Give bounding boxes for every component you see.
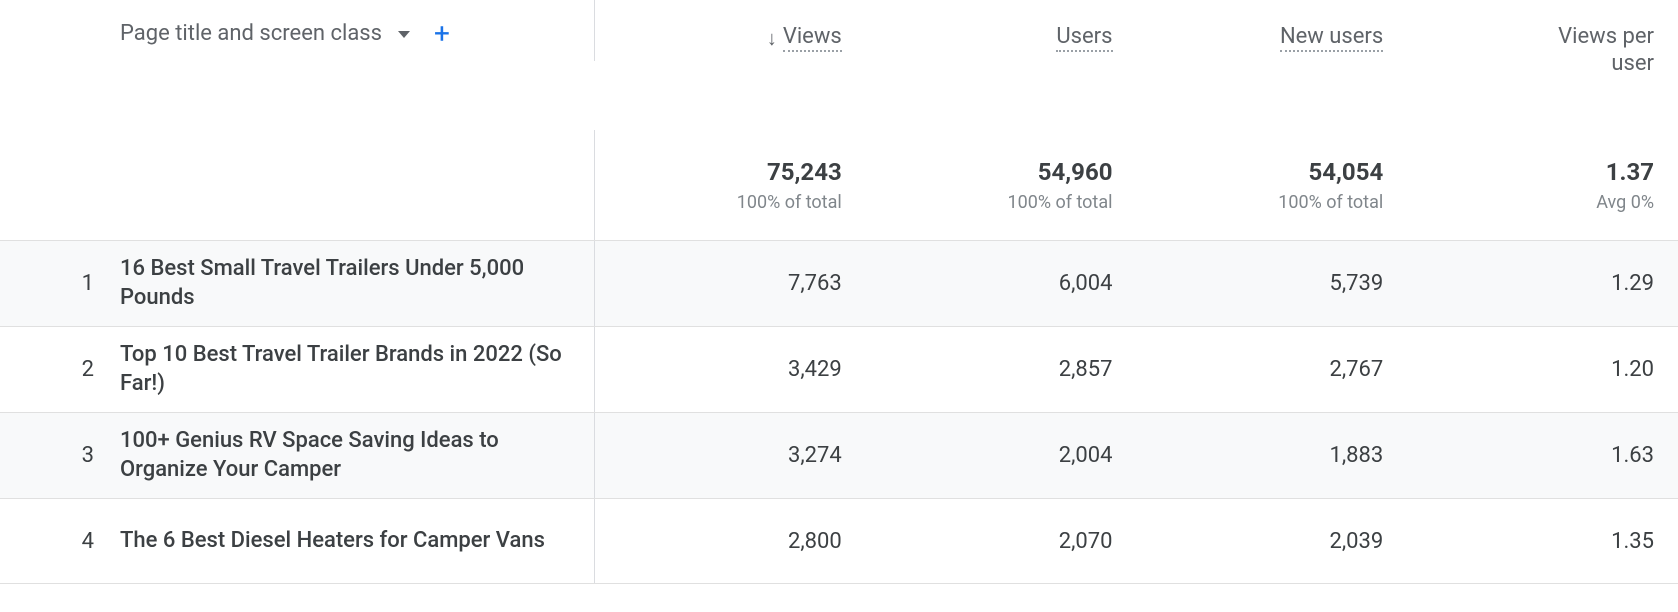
- summary-new-users: 54,054 100% of total: [1137, 130, 1408, 240]
- col-header-views-per-user[interactable]: Views per user: [1407, 0, 1678, 88]
- table-row[interactable]: 2 Top 10 Best Travel Trailer Brands in 2…: [0, 326, 1678, 412]
- col-header-users[interactable]: Users: [866, 0, 1137, 64]
- row-views: 3,429: [595, 327, 866, 412]
- col-header-views[interactable]: ↓ Views: [595, 0, 866, 64]
- views-label: Views: [783, 24, 842, 52]
- row-views: 3,274: [595, 413, 866, 498]
- row-title[interactable]: Top 10 Best Travel Trailer Brands in 202…: [110, 327, 595, 412]
- new-users-label: New users: [1280, 24, 1383, 52]
- summary-new-users-sub: 100% of total: [1278, 192, 1383, 213]
- row-new-users: 5,739: [1137, 241, 1408, 326]
- row-new-users: 2,767: [1137, 327, 1408, 412]
- sort-down-arrow-icon: ↓: [767, 26, 777, 51]
- row-users: 6,004: [866, 241, 1137, 326]
- row-title[interactable]: The 6 Best Diesel Heaters for Camper Van…: [110, 499, 595, 583]
- table-row[interactable]: 1 16 Best Small Travel Trailers Under 5,…: [0, 240, 1678, 326]
- table-header-row: Page title and screen class + ↓ Views Us…: [0, 0, 1678, 130]
- col-header-new-users[interactable]: New users: [1137, 0, 1408, 64]
- row-vpu: 1.29: [1407, 241, 1678, 326]
- summary-views-value: 75,243: [767, 158, 842, 186]
- dimension-label: Page title and screen class: [120, 20, 382, 49]
- row-vpu: 1.20: [1407, 327, 1678, 412]
- row-views: 2,800: [595, 499, 866, 583]
- row-title[interactable]: 16 Best Small Travel Trailers Under 5,00…: [110, 241, 595, 326]
- row-index: 2: [0, 327, 110, 412]
- chevron-down-icon: [398, 31, 410, 38]
- summary-title-spacer: [110, 130, 595, 240]
- summary-users-sub: 100% of total: [1007, 192, 1112, 213]
- table-row[interactable]: 3 100+ Genius RV Space Saving Ideas to O…: [0, 412, 1678, 498]
- dimension-selector[interactable]: Page title and screen class +: [120, 20, 450, 49]
- row-index: 4: [0, 499, 110, 583]
- row-users: 2,070: [866, 499, 1137, 583]
- summary-users: 54,960 100% of total: [866, 130, 1137, 240]
- row-new-users: 2,039: [1137, 499, 1408, 583]
- summary-new-users-value: 54,054: [1308, 158, 1383, 186]
- table-summary-row: 75,243 100% of total 54,960 100% of tota…: [0, 130, 1678, 240]
- summary-vpu-sub: Avg 0%: [1596, 192, 1654, 213]
- row-users: 2,004: [866, 413, 1137, 498]
- dimension-header: Page title and screen class +: [110, 0, 595, 61]
- row-title[interactable]: 100+ Genius RV Space Saving Ideas to Org…: [110, 413, 595, 498]
- views-per-user-label-line1: Views per: [1558, 24, 1654, 49]
- analytics-table: Page title and screen class + ↓ Views Us…: [0, 0, 1678, 584]
- row-vpu: 1.63: [1407, 413, 1678, 498]
- summary-vpu-value: 1.37: [1606, 158, 1654, 186]
- row-views: 7,763: [595, 241, 866, 326]
- summary-users-value: 54,960: [1038, 158, 1113, 186]
- add-dimension-button[interactable]: +: [434, 20, 450, 48]
- views-per-user-label-line2: user: [1611, 51, 1654, 76]
- row-index: 3: [0, 413, 110, 498]
- summary-views-per-user: 1.37 Avg 0%: [1407, 130, 1678, 240]
- row-index: 1: [0, 241, 110, 326]
- summary-views: 75,243 100% of total: [595, 130, 866, 240]
- table-row[interactable]: 4 The 6 Best Diesel Heaters for Camper V…: [0, 498, 1678, 584]
- row-users: 2,857: [866, 327, 1137, 412]
- summary-views-sub: 100% of total: [737, 192, 842, 213]
- row-new-users: 1,883: [1137, 413, 1408, 498]
- row-vpu: 1.35: [1407, 499, 1678, 583]
- summary-index-spacer: [0, 130, 110, 240]
- users-label: Users: [1056, 24, 1112, 52]
